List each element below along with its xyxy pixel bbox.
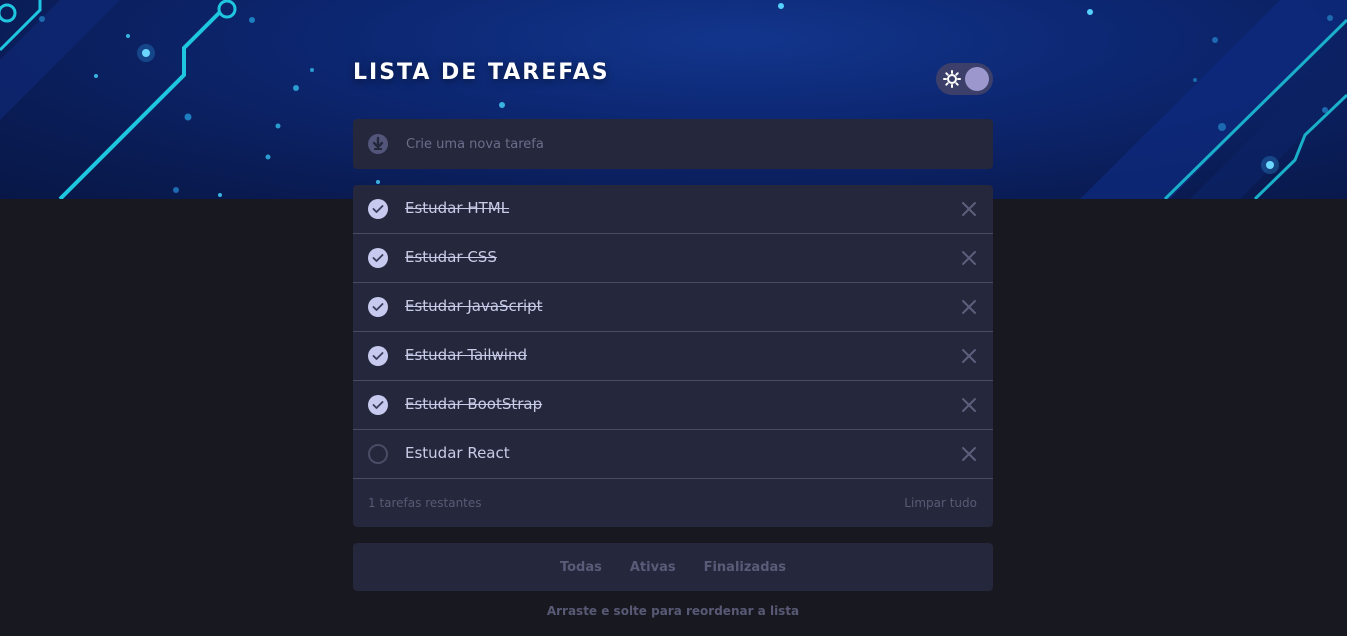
checked-circle-icon[interactable] xyxy=(368,395,388,415)
checked-circle-icon[interactable] xyxy=(368,248,388,268)
filter-all[interactable]: Todas xyxy=(560,560,602,575)
close-icon[interactable] xyxy=(961,250,977,266)
task-list: Estudar HTML Estudar CSS Estudar JavaScrip… xyxy=(353,185,993,527)
task-item[interactable]: Estudar CSS xyxy=(353,234,993,283)
close-icon[interactable] xyxy=(961,397,977,413)
sun-icon xyxy=(943,70,961,88)
task-item[interactable]: Estudar BootStrap xyxy=(353,381,993,430)
task-label: Estudar React xyxy=(405,444,510,462)
task-label: Estudar CSS xyxy=(405,248,497,266)
checked-circle-icon[interactable] xyxy=(368,297,388,317)
task-item[interactable]: Estudar HTML xyxy=(353,185,993,234)
new-task-input[interactable] xyxy=(406,131,966,157)
task-label: Estudar BootStrap xyxy=(405,395,543,413)
unchecked-circle-icon[interactable] xyxy=(368,444,388,464)
close-icon[interactable] xyxy=(961,446,977,462)
filter-bar: Todas Ativas Finalizadas xyxy=(353,543,993,591)
remaining-count: 1 tarefas restantes xyxy=(368,496,482,510)
task-item[interactable]: Estudar Tailwind xyxy=(353,332,993,381)
task-item[interactable]: Estudar React xyxy=(353,430,993,479)
new-task-bar xyxy=(353,119,993,169)
task-label: Estudar JavaScript xyxy=(405,297,543,315)
close-icon[interactable] xyxy=(961,299,977,315)
list-footer: 1 tarefas restantes Limpar tudo xyxy=(353,479,993,527)
download-icon[interactable] xyxy=(368,134,388,154)
toggle-knob xyxy=(965,67,989,91)
close-icon[interactable] xyxy=(961,201,977,217)
filter-active[interactable]: Ativas xyxy=(630,560,676,575)
page-title: LISTA DE TAREFAS xyxy=(353,60,610,85)
close-icon[interactable] xyxy=(961,348,977,364)
circuit-background xyxy=(0,0,1347,199)
filter-completed[interactable]: Finalizadas xyxy=(704,560,786,575)
hero-banner xyxy=(0,0,1347,199)
checked-circle-icon[interactable] xyxy=(368,346,388,366)
clear-all-button[interactable]: Limpar tudo xyxy=(904,496,977,510)
theme-toggle[interactable] xyxy=(936,63,993,95)
task-label: Estudar Tailwind xyxy=(405,346,527,364)
drag-hint: Arraste e solte para reordenar a lista xyxy=(546,604,800,618)
task-label: Estudar HTML xyxy=(405,199,510,217)
task-item[interactable]: Estudar JavaScript xyxy=(353,283,993,332)
checked-circle-icon[interactable] xyxy=(368,199,388,219)
